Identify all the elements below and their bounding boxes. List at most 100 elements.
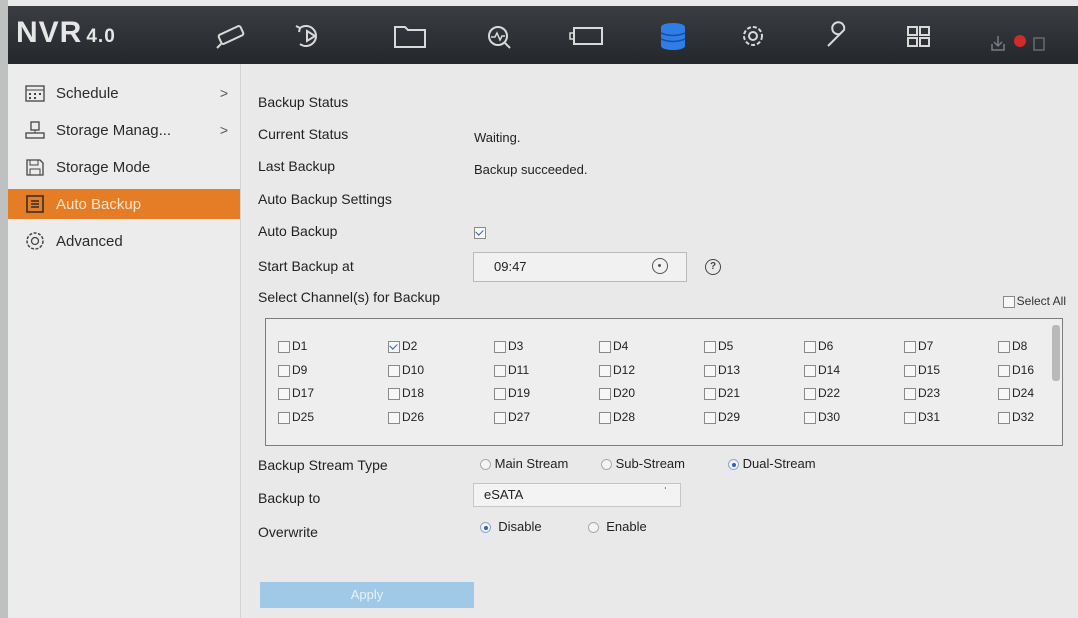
apply-button[interactable]: Apply [260,582,474,608]
channel-label: D9 [292,363,308,377]
main-stream-radio[interactable]: Main Stream [480,456,568,471]
channel-label: D17 [292,386,315,400]
sidebar-item-advanced[interactable]: Advanced [8,226,240,256]
channel-checkbox[interactable]: D1 [278,339,307,353]
channel-checkbox[interactable]: D27 [494,410,530,424]
channel-checkbox[interactable]: D18 [388,386,424,400]
channel-label: D5 [718,339,734,353]
channel-checkbox[interactable]: D31 [904,410,940,424]
channel-label: D7 [918,339,934,353]
channel-checkbox[interactable]: D16 [998,363,1034,377]
channel-label: D28 [613,410,636,424]
checkbox-icon [388,364,400,377]
channel-checkbox[interactable]: D26 [388,410,424,424]
storage-manage-icon [24,120,46,140]
chevron-right-icon: > [219,122,228,138]
multi-view-icon[interactable] [898,20,938,52]
channel-label: D25 [292,410,315,424]
checkbox-icon [599,364,611,377]
playback-icon[interactable] [290,20,330,52]
backup-to-value: eSATA [484,487,524,502]
configuration-icon[interactable] [733,20,773,52]
channel-label: D30 [818,410,841,424]
overwrite-enable-radio[interactable]: Enable [588,519,647,534]
backup-stream-type-label: Backup Stream Type [258,457,388,473]
smart-analysis-icon[interactable] [478,20,518,52]
storage-icon[interactable] [653,20,693,52]
channel-checkbox[interactable]: D2 [388,339,417,353]
channel-checkbox[interactable]: D15 [904,363,940,377]
top-toolbar: NVR 4.0 [8,6,1078,64]
auto-backup-checkbox[interactable] [474,224,488,239]
start-backup-label: Start Backup at [258,258,354,274]
checkbox-icon [494,411,506,424]
file-management-icon[interactable] [390,20,430,52]
channel-checkbox[interactable]: D29 [704,410,740,424]
channel-checkbox[interactable]: D30 [804,410,840,424]
help-icon[interactable]: ? [705,259,721,275]
overwrite-label: Overwrite [258,524,318,540]
live-view-icon[interactable] [213,20,253,52]
channel-label: D22 [818,386,841,400]
sidebar-item-label: Schedule [56,84,119,102]
channel-checkbox[interactable]: D11 [494,363,529,377]
sidebar-item-label: Storage Manag... [56,121,172,139]
auto-backup-panel: Backup Status Current Status Waiting. La… [248,64,1078,618]
channel-checkbox[interactable]: D28 [599,410,635,424]
notification-area[interactable] [988,32,1058,54]
channel-checkbox[interactable]: D5 [704,339,733,353]
channel-label: D21 [718,386,741,400]
checkbox-icon [904,364,916,377]
current-status-label: Current Status [258,126,349,142]
dual-stream-radio[interactable]: Dual-Stream [728,456,816,471]
channel-checkbox[interactable]: D32 [998,410,1034,424]
sub-stream-radio[interactable]: Sub-Stream [601,456,685,471]
channel-checkbox[interactable]: D9 [278,363,307,377]
sidebar-item-label: Advanced [56,232,123,250]
channel-checkbox[interactable]: D24 [998,386,1034,400]
channel-checkbox[interactable]: D10 [388,363,424,377]
checkbox-icon [804,340,816,353]
radio-icon [588,522,599,534]
channel-label: D27 [508,410,531,424]
nvr-logo: NVR 4.0 [16,16,116,49]
checkbox-icon [388,387,400,400]
overwrite-enable-label: Enable [606,519,647,534]
maintenance-icon[interactable] [818,20,858,52]
channel-checkbox[interactable]: D14 [804,363,840,377]
select-all-checkbox[interactable]: Select All [1002,294,1066,308]
monitor-icon[interactable] [568,20,608,52]
start-backup-time-input[interactable]: 09:47 [473,252,687,282]
channel-checkbox[interactable]: D22 [804,386,840,400]
channel-label: D13 [718,363,741,377]
channel-checkbox[interactable]: D8 [998,339,1027,353]
channel-checkbox[interactable]: D19 [494,386,530,400]
channel-checkbox[interactable]: D23 [904,386,940,400]
sidebar-item-auto-backup[interactable]: Auto Backup [8,189,240,219]
backup-to-select[interactable]: eSATA ˙ [473,483,681,507]
channel-checkbox[interactable]: D25 [278,410,314,424]
channel-checkbox[interactable]: D21 [704,386,740,400]
checkbox-icon [904,340,916,353]
channel-checkbox[interactable]: D3 [494,339,523,353]
channel-checkbox[interactable]: D4 [599,339,628,353]
channel-checkbox[interactable]: D20 [599,386,635,400]
radio-icon [480,459,491,471]
overwrite-disable-radio[interactable]: Disable [480,519,542,534]
radio-selected-icon [480,522,491,534]
channel-checkbox[interactable]: D17 [278,386,314,400]
backup-icon [24,194,46,214]
scrollbar[interactable] [1052,325,1060,381]
channel-checkbox[interactable]: D13 [704,363,740,377]
sidebar-item-schedule[interactable]: Schedule > [8,78,240,108]
start-backup-time-value: 09:47 [494,259,527,274]
checkbox-icon [278,364,290,377]
checkbox-icon [804,387,816,400]
channel-checkbox[interactable]: D12 [599,363,635,377]
auto-backup-settings-heading: Auto Backup Settings [258,191,392,207]
channel-checkbox[interactable]: D7 [904,339,933,353]
clock-icon[interactable] [652,258,668,274]
sidebar-item-storage-manage[interactable]: Storage Manag... > [8,115,240,145]
sidebar-item-storage-mode[interactable]: Storage Mode [8,152,240,182]
channel-checkbox[interactable]: D6 [804,339,833,353]
